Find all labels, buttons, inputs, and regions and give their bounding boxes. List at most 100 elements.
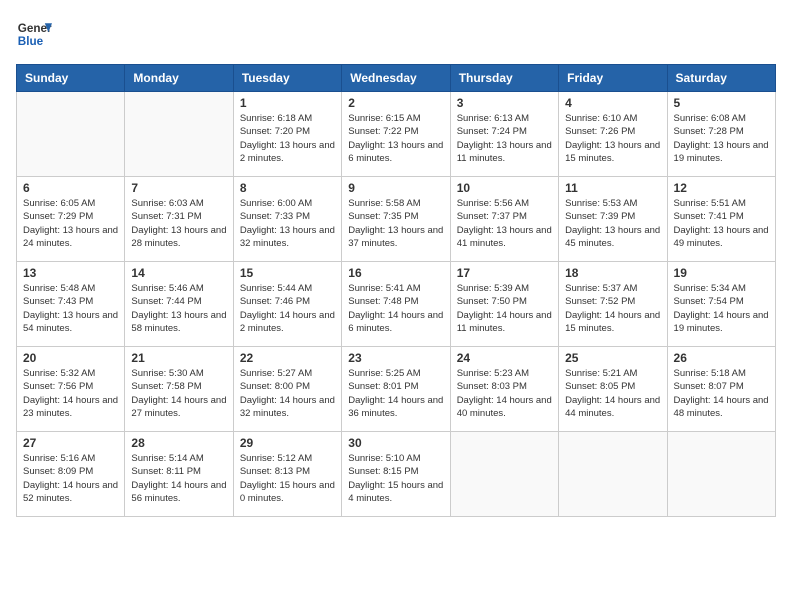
day-header-monday: Monday [125, 65, 233, 92]
day-number: 25 [565, 351, 660, 365]
day-content: Sunrise: 5:56 AM Sunset: 7:37 PM Dayligh… [457, 197, 552, 250]
day-content: Sunrise: 5:44 AM Sunset: 7:46 PM Dayligh… [240, 282, 335, 335]
calendar-cell [559, 432, 667, 517]
calendar-cell: 7Sunrise: 6:03 AM Sunset: 7:31 PM Daylig… [125, 177, 233, 262]
calendar-cell: 30 Sunrise: 5:10 AM Sunset: 8:15 PM Dayli… [342, 432, 450, 517]
week-row-2: 6Sunrise: 6:05 AM Sunset: 7:29 PM Daylig… [17, 177, 776, 262]
day-content: Sunrise: 6:05 AM Sunset: 7:29 PM Dayligh… [23, 197, 118, 250]
day-header-thursday: Thursday [450, 65, 558, 92]
day-header-tuesday: Tuesday [233, 65, 341, 92]
page-header: General Blue [16, 16, 776, 52]
calendar-header-row: SundayMondayTuesdayWednesdayThursdayFrid… [17, 65, 776, 92]
day-content: Sunrise: 5:18 AM Sunset: 8:07 PM Dayligh… [674, 367, 769, 420]
calendar-cell: 11Sunrise: 5:53 AM Sunset: 7:39 PM Dayli… [559, 177, 667, 262]
calendar-cell: 5 Sunrise: 6:08 AM Sunset: 7:28 PM Daylig… [667, 92, 775, 177]
calendar-cell: 25 Sunrise: 5:21 AM Sunset: 8:05 PM Dayli… [559, 347, 667, 432]
day-number: 28 [131, 436, 226, 450]
calendar-cell [125, 92, 233, 177]
calendar-cell: 16 Sunrise: 5:41 AM Sunset: 7:48 PM Dayli… [342, 262, 450, 347]
calendar-cell: 27 Sunrise: 5:16 AM Sunset: 8:09 PM Dayli… [17, 432, 125, 517]
day-number: 27 [23, 436, 118, 450]
day-number: 29 [240, 436, 335, 450]
calendar-cell: 12Sunrise: 5:51 AM Sunset: 7:41 PM Dayli… [667, 177, 775, 262]
svg-text:Blue: Blue [18, 35, 44, 48]
day-header-friday: Friday [559, 65, 667, 92]
day-content: Sunrise: 5:23 AM Sunset: 8:03 PM Dayligh… [457, 367, 552, 420]
week-row-3: 13 Sunrise: 5:48 AM Sunset: 7:43 PM Dayli… [17, 262, 776, 347]
day-number: 1 [240, 96, 335, 110]
day-number: 10 [457, 181, 552, 195]
calendar-cell: 4 Sunrise: 6:10 AM Sunset: 7:26 PM Daylig… [559, 92, 667, 177]
day-number: 21 [131, 351, 226, 365]
day-number: 4 [565, 96, 660, 110]
day-content: Sunrise: 6:00 AM Sunset: 7:33 PM Dayligh… [240, 197, 335, 250]
day-number: 2 [348, 96, 443, 110]
day-number: 24 [457, 351, 552, 365]
logo: General Blue [16, 16, 52, 52]
day-header-sunday: Sunday [17, 65, 125, 92]
day-number: 30 [348, 436, 443, 450]
day-content: Sunrise: 5:34 AM Sunset: 7:54 PM Dayligh… [674, 282, 769, 335]
calendar-cell: 6Sunrise: 6:05 AM Sunset: 7:29 PM Daylig… [17, 177, 125, 262]
day-number: 5 [674, 96, 769, 110]
calendar-cell: 20 Sunrise: 5:32 AM Sunset: 7:56 PM Dayli… [17, 347, 125, 432]
day-number: 19 [674, 266, 769, 280]
calendar-cell: 3Sunrise: 6:13 AM Sunset: 7:24 PM Daylig… [450, 92, 558, 177]
week-row-5: 27 Sunrise: 5:16 AM Sunset: 8:09 PM Dayli… [17, 432, 776, 517]
calendar-cell: 28Sunrise: 5:14 AM Sunset: 8:11 PM Dayli… [125, 432, 233, 517]
day-content: Sunrise: 5:48 AM Sunset: 7:43 PM Dayligh… [23, 282, 118, 335]
day-content: Sunrise: 5:12 AM Sunset: 8:13 PM Dayligh… [240, 452, 335, 505]
calendar-cell: 15 Sunrise: 5:44 AM Sunset: 7:46 PM Dayli… [233, 262, 341, 347]
day-content: Sunrise: 5:58 AM Sunset: 7:35 PM Dayligh… [348, 197, 443, 250]
week-row-4: 20 Sunrise: 5:32 AM Sunset: 7:56 PM Dayli… [17, 347, 776, 432]
calendar-cell: 19 Sunrise: 5:34 AM Sunset: 7:54 PM Dayli… [667, 262, 775, 347]
day-number: 15 [240, 266, 335, 280]
day-number: 13 [23, 266, 118, 280]
day-content: Sunrise: 6:13 AM Sunset: 7:24 PM Dayligh… [457, 112, 552, 165]
day-number: 9 [348, 181, 443, 195]
week-row-1: 1 Sunrise: 6:18 AM Sunset: 7:20 PM Daylig… [17, 92, 776, 177]
calendar-cell: 8Sunrise: 6:00 AM Sunset: 7:33 PM Daylig… [233, 177, 341, 262]
calendar-cell: 10 Sunrise: 5:56 AM Sunset: 7:37 PM Dayli… [450, 177, 558, 262]
calendar-cell: 24 Sunrise: 5:23 AM Sunset: 8:03 PM Dayli… [450, 347, 558, 432]
day-number: 18 [565, 266, 660, 280]
day-content: Sunrise: 5:27 AM Sunset: 8:00 PM Dayligh… [240, 367, 335, 420]
day-content: Sunrise: 5:51 AM Sunset: 7:41 PM Dayligh… [674, 197, 769, 250]
day-number: 20 [23, 351, 118, 365]
day-content: Sunrise: 5:37 AM Sunset: 7:52 PM Dayligh… [565, 282, 660, 335]
calendar-cell: 9 Sunrise: 5:58 AM Sunset: 7:35 PM Daylig… [342, 177, 450, 262]
calendar-cell: 21 Sunrise: 5:30 AM Sunset: 7:58 PM Dayli… [125, 347, 233, 432]
day-number: 14 [131, 266, 226, 280]
day-content: Sunrise: 5:25 AM Sunset: 8:01 PM Dayligh… [348, 367, 443, 420]
day-content: Sunrise: 5:21 AM Sunset: 8:05 PM Dayligh… [565, 367, 660, 420]
day-content: Sunrise: 5:53 AM Sunset: 7:39 PM Dayligh… [565, 197, 660, 250]
day-content: Sunrise: 5:10 AM Sunset: 8:15 PM Dayligh… [348, 452, 443, 505]
calendar-cell [17, 92, 125, 177]
calendar-cell [450, 432, 558, 517]
calendar-cell: 17 Sunrise: 5:39 AM Sunset: 7:50 PM Dayli… [450, 262, 558, 347]
calendar-cell: 13 Sunrise: 5:48 AM Sunset: 7:43 PM Dayli… [17, 262, 125, 347]
day-number: 17 [457, 266, 552, 280]
calendar-cell: 26Sunrise: 5:18 AM Sunset: 8:07 PM Dayli… [667, 347, 775, 432]
day-number: 16 [348, 266, 443, 280]
calendar-cell: 23 Sunrise: 5:25 AM Sunset: 8:01 PM Dayli… [342, 347, 450, 432]
day-content: Sunrise: 5:39 AM Sunset: 7:50 PM Dayligh… [457, 282, 552, 335]
calendar-cell: 1 Sunrise: 6:18 AM Sunset: 7:20 PM Daylig… [233, 92, 341, 177]
day-content: Sunrise: 5:16 AM Sunset: 8:09 PM Dayligh… [23, 452, 118, 505]
day-content: Sunrise: 6:08 AM Sunset: 7:28 PM Dayligh… [674, 112, 769, 165]
calendar-cell: 14Sunrise: 5:46 AM Sunset: 7:44 PM Dayli… [125, 262, 233, 347]
calendar-table: SundayMondayTuesdayWednesdayThursdayFrid… [16, 64, 776, 517]
calendar-cell [667, 432, 775, 517]
day-number: 22 [240, 351, 335, 365]
day-content: Sunrise: 5:32 AM Sunset: 7:56 PM Dayligh… [23, 367, 118, 420]
calendar-cell: 22 Sunrise: 5:27 AM Sunset: 8:00 PM Dayli… [233, 347, 341, 432]
day-number: 23 [348, 351, 443, 365]
day-content: Sunrise: 5:41 AM Sunset: 7:48 PM Dayligh… [348, 282, 443, 335]
day-header-saturday: Saturday [667, 65, 775, 92]
day-number: 7 [131, 181, 226, 195]
day-content: Sunrise: 5:30 AM Sunset: 7:58 PM Dayligh… [131, 367, 226, 420]
day-content: Sunrise: 6:10 AM Sunset: 7:26 PM Dayligh… [565, 112, 660, 165]
day-content: Sunrise: 6:18 AM Sunset: 7:20 PM Dayligh… [240, 112, 335, 165]
calendar-cell: 2Sunrise: 6:15 AM Sunset: 7:22 PM Daylig… [342, 92, 450, 177]
day-header-wednesday: Wednesday [342, 65, 450, 92]
